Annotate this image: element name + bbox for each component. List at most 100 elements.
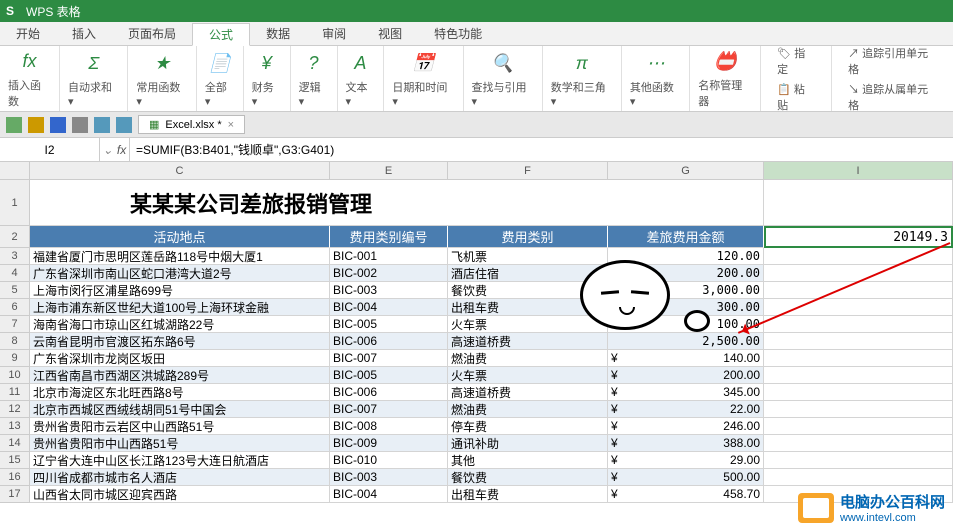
cell-empty[interactable] [764, 452, 953, 469]
ribbon-group-10[interactable]: ⋯其他函数 ▾ [622, 46, 690, 111]
cell-code[interactable]: BIC-007 [330, 401, 448, 418]
row-head[interactable]: 11 [0, 384, 30, 401]
row-head[interactable]: 1 [0, 180, 30, 226]
cell-amount[interactable]: ¥458.70 [608, 486, 764, 503]
open-icon[interactable] [28, 117, 44, 133]
select-all[interactable] [0, 162, 30, 180]
row-head[interactable]: 15 [0, 452, 30, 469]
save-icon[interactable] [50, 117, 66, 133]
cell-category[interactable]: 停车费 [448, 418, 608, 435]
menu-tab-6[interactable]: 视图 [362, 22, 418, 45]
cell-code[interactable]: BIC-005 [330, 316, 448, 333]
ribbon-group-5[interactable]: ?逻辑 ▾ [291, 46, 338, 111]
row-head[interactable]: 12 [0, 401, 30, 418]
cell-empty[interactable] [764, 418, 953, 435]
cell-location[interactable]: 云南省昆明市官渡区拓东路6号 [30, 333, 330, 350]
cell-location[interactable]: 广东省深圳市南山区蛇口港湾大道2号 [30, 265, 330, 282]
menu-tab-3[interactable]: 公式 [192, 23, 250, 46]
cell-location[interactable]: 北京市西城区西绒线胡同51号中国会 [30, 401, 330, 418]
row-head[interactable]: 14 [0, 435, 30, 452]
row-head[interactable]: 6 [0, 299, 30, 316]
cell-amount[interactable]: ¥246.00 [608, 418, 764, 435]
row-head[interactable]: 16 [0, 469, 30, 486]
col-head-C[interactable]: C [30, 162, 330, 180]
row-head[interactable]: 17 [0, 486, 30, 503]
cell-code[interactable]: BIC-007 [330, 350, 448, 367]
cell-category[interactable]: 高速道桥费 [448, 384, 608, 401]
name-box[interactable]: I2 [0, 138, 100, 161]
row-head[interactable]: 9 [0, 350, 30, 367]
cell-amount[interactable]: ¥22.00 [608, 401, 764, 418]
cell-location[interactable]: 福建省厦门市思明区莲岳路118号中烟大厦1 [30, 248, 330, 265]
ribbon-assign[interactable]: 🏷 指定 [769, 43, 823, 79]
menu-tab-0[interactable]: 开始 [0, 22, 56, 45]
col-head-E[interactable]: E [330, 162, 448, 180]
cell-empty[interactable] [764, 401, 953, 418]
col-head-F[interactable]: F [448, 162, 608, 180]
cell-location[interactable]: 海南省海口市琼山区红城湖路22号 [30, 316, 330, 333]
ribbon-group-0[interactable]: fx插入函数 [0, 46, 60, 111]
active-cell-result[interactable]: 20149.3 [764, 226, 953, 248]
cell-amount[interactable]: ¥388.00 [608, 435, 764, 452]
cell-empty[interactable] [764, 350, 953, 367]
cell-code[interactable]: BIC-003 [330, 469, 448, 486]
cell-code[interactable]: BIC-004 [330, 486, 448, 503]
cell-location[interactable]: 上海市闵行区浦星路699号 [30, 282, 330, 299]
ribbon-paste[interactable]: 📋 粘贴 [769, 79, 823, 115]
cell-empty[interactable] [764, 333, 953, 350]
cell-category[interactable]: 燃油费 [448, 401, 608, 418]
cell-code[interactable]: BIC-005 [330, 367, 448, 384]
menu-tab-1[interactable]: 插入 [56, 22, 112, 45]
cell-code[interactable]: BIC-004 [330, 299, 448, 316]
cell-empty[interactable] [764, 469, 953, 486]
cell-category[interactable]: 餐饮费 [448, 469, 608, 486]
row-head[interactable]: 13 [0, 418, 30, 435]
col-head-I[interactable]: I [764, 162, 953, 180]
cell-location[interactable]: 广东省深圳市龙岗区坂田 [30, 350, 330, 367]
cell-location[interactable]: 辽宁省大连中山区长江路123号大连日航酒店 [30, 452, 330, 469]
col-head-G[interactable]: G [608, 162, 764, 180]
cell-category[interactable]: 其他 [448, 452, 608, 469]
cell-location[interactable]: 上海市浦东新区世纪大道100号上海环球金融 [30, 299, 330, 316]
row-head[interactable]: 3 [0, 248, 30, 265]
ribbon-group-8[interactable]: 🔍查找与引用 ▾ [464, 46, 543, 111]
ribbon-group-1[interactable]: Σ自动求和 ▾ [60, 46, 128, 111]
cell-code[interactable]: BIC-006 [330, 384, 448, 401]
row-head[interactable]: 7 [0, 316, 30, 333]
row-head[interactable]: 4 [0, 265, 30, 282]
cell-code[interactable]: BIC-009 [330, 435, 448, 452]
cell-location[interactable]: 四川省成都市城市名人酒店 [30, 469, 330, 486]
row-head[interactable]: 8 [0, 333, 30, 350]
cell-amount[interactable]: ¥500.00 [608, 469, 764, 486]
cell-empty[interactable] [764, 367, 953, 384]
ribbon-group-9[interactable]: π数学和三角 ▾ [543, 46, 622, 111]
ribbon-group-6[interactable]: A文本 ▾ [338, 46, 385, 111]
cell-location[interactable]: 贵州省贵阳市中山西路51号 [30, 435, 330, 452]
menu-tab-7[interactable]: 特色功能 [418, 22, 498, 45]
menu-tab-2[interactable]: 页面布局 [112, 22, 192, 45]
menu-tab-4[interactable]: 数据 [250, 22, 306, 45]
trace-dependents[interactable]: ↘ 追踪从属单元格 [840, 79, 945, 115]
ribbon-group-3[interactable]: 📄全部 ▾ [197, 46, 244, 111]
trace-precedents[interactable]: ↗ 追踪引用单元格 [840, 43, 945, 79]
row-head[interactable]: 5 [0, 282, 30, 299]
cell-location[interactable]: 北京市海淀区东北旺西路8号 [30, 384, 330, 401]
cell-category[interactable]: 出租车费 [448, 486, 608, 503]
cell-empty[interactable] [764, 316, 953, 333]
cell-empty[interactable] [764, 384, 953, 401]
cell-empty[interactable] [764, 435, 953, 452]
document-tab[interactable]: ▦ Excel.xlsx * × [138, 115, 245, 134]
cell-code[interactable]: BIC-002 [330, 265, 448, 282]
name-manager[interactable]: 📛名称管理器 [690, 46, 761, 111]
cell-amount[interactable]: ¥345.00 [608, 384, 764, 401]
header-code[interactable]: 费用类别编号 [330, 226, 448, 248]
ribbon-group-7[interactable]: 📅日期和时间 ▾ [384, 46, 463, 111]
close-icon[interactable]: × [228, 119, 234, 131]
cell-code[interactable]: BIC-003 [330, 282, 448, 299]
formula-input[interactable]: =SUMIF(B3:B401,"钱顺卓",G3:G401) [130, 141, 953, 158]
new-icon[interactable] [6, 117, 22, 133]
cell-code[interactable]: BIC-010 [330, 452, 448, 469]
ribbon-group-2[interactable]: ★常用函数 ▾ [128, 46, 196, 111]
cell-location[interactable]: 山西省太同市城区迎宾西路 [30, 486, 330, 503]
ribbon-group-4[interactable]: ¥财务 ▾ [244, 46, 291, 111]
